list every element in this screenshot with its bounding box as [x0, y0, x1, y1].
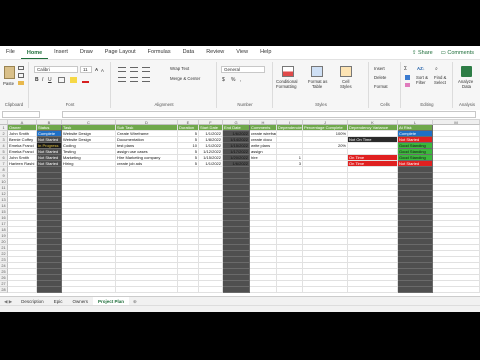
table-cell[interactable] — [348, 287, 398, 293]
analysis-label: Analysis — [458, 102, 475, 107]
table-cell[interactable] — [37, 287, 62, 293]
italic-button[interactable]: I — [42, 77, 43, 83]
cut-icon[interactable] — [18, 66, 24, 70]
status-bar — [0, 305, 480, 312]
alignment-group: Wrap Text Merge & Center Alignment — [112, 62, 217, 108]
sort-filter-icon[interactable]: AZ↓ — [417, 66, 425, 71]
number-format-select[interactable]: General — [221, 66, 265, 73]
tab-formulas[interactable]: Formulas — [142, 46, 177, 59]
format-as-table-label2: Table — [312, 84, 323, 89]
conditional-formatting-label2: Formatting — [276, 84, 297, 89]
autosum-icon[interactable]: Σ — [404, 66, 407, 72]
alignment-label: Alignment — [154, 102, 174, 107]
cell-styles-icon[interactable] — [340, 66, 352, 77]
worksheet-grid[interactable]: A B C D E F G H I J K L M 1 2 3 4 5 6 7 8 9 10 11 12 13 14 15 16 17 18… — [0, 120, 480, 296]
underline-button[interactable]: U — [48, 77, 52, 83]
center-align-icon[interactable] — [130, 77, 138, 82]
table-cell[interactable] — [116, 287, 178, 293]
left-align-icon[interactable] — [118, 77, 126, 82]
clear-icon[interactable] — [405, 83, 410, 87]
table-cell[interactable] — [398, 287, 433, 293]
excel-window: File Home Insert Draw Page Layout Formul… — [0, 46, 480, 312]
conditional-formatting-icon[interactable] — [282, 66, 294, 77]
formula-input[interactable] — [62, 111, 476, 118]
insert-cells-button[interactable]: Insert — [374, 66, 385, 71]
format-cells-button[interactable]: Format — [374, 84, 388, 89]
percent-button[interactable]: % — [231, 77, 235, 83]
top-align-icon[interactable] — [118, 67, 126, 72]
font-group: Calibri 11 A A B I U Font — [30, 62, 111, 108]
currency-button[interactable]: $ — [222, 77, 225, 83]
comma-button[interactable]: , — [240, 77, 241, 83]
sheet-prev-icon[interactable]: ◀ ▶ — [0, 299, 16, 305]
bold-button[interactable]: B — [35, 77, 39, 83]
cells-label: Cells — [380, 102, 390, 107]
clipboard-label: Clipboard — [4, 102, 24, 107]
decrease-font-icon[interactable]: A — [101, 68, 104, 73]
bottom-align-icon[interactable] — [142, 67, 150, 72]
fill-icon[interactable] — [405, 75, 410, 80]
delete-cells-button[interactable]: Delete — [374, 75, 386, 80]
table-cell[interactable] — [277, 287, 303, 293]
format-table-icon[interactable] — [311, 66, 323, 77]
copy-icon[interactable] — [18, 73, 24, 78]
increase-font-icon[interactable]: A — [95, 67, 98, 72]
table-cell[interactable] — [223, 287, 250, 293]
clipboard-group: Paste Clipboard — [0, 62, 29, 108]
ribbon: Paste Clipboard Calibri 11 A A B I U Fon… — [0, 59, 480, 111]
tab-view[interactable]: View — [230, 46, 254, 59]
find-select-icon[interactable]: ⌕ — [435, 66, 438, 72]
comments-label: Comments — [447, 49, 474, 56]
name-box[interactable] — [2, 111, 40, 118]
tab-file[interactable]: File — [0, 46, 21, 59]
cells-group: Insert Delete Format Cells — [370, 62, 401, 108]
table-cell[interactable] — [178, 287, 199, 293]
merge-center-button[interactable]: Merge & Center — [170, 76, 200, 81]
paste-label: Paste — [3, 81, 14, 86]
tab-review[interactable]: Review — [200, 46, 230, 59]
formula-bar — [0, 110, 480, 120]
analysis-group: Analyze Data Analysis — [454, 62, 480, 108]
editing-label: Editing — [420, 102, 434, 107]
number-label: Number — [237, 102, 253, 107]
table-cell[interactable] — [199, 287, 223, 293]
right-align-icon[interactable] — [142, 77, 150, 82]
tab-page-layout[interactable]: Page Layout — [99, 46, 142, 59]
number-group: General $ % , Number — [218, 62, 273, 108]
share-button[interactable]: ⇪ Share — [412, 50, 433, 56]
sort-filter-label2: Filter — [416, 80, 426, 85]
find-select-label2: Select — [434, 80, 446, 85]
fill-color-icon[interactable] — [70, 77, 77, 83]
wrap-text-button[interactable]: Wrap Text — [170, 66, 189, 71]
font-size-select[interactable]: 11 — [80, 66, 92, 73]
table-cell[interactable] — [8, 287, 37, 293]
row-header[interactable]: 28 — [0, 287, 8, 293]
borders-icon[interactable] — [58, 77, 65, 83]
tab-insert[interactable]: Insert — [48, 46, 74, 59]
tab-draw[interactable]: Draw — [74, 46, 99, 59]
table-cell[interactable] — [62, 287, 116, 293]
tab-home[interactable]: Home — [20, 47, 49, 59]
comments-button[interactable]: ▭ Comments — [441, 50, 474, 56]
middle-align-icon[interactable] — [130, 67, 138, 72]
add-sheet-icon[interactable]: ⊕ — [129, 299, 141, 305]
font-name-select[interactable]: Calibri — [34, 66, 78, 73]
ribbon-tabs: File Home Insert Draw Page Layout Formul… — [0, 46, 480, 59]
paste-icon[interactable] — [4, 66, 15, 79]
tab-help[interactable]: Help — [254, 46, 277, 59]
editing-group: Σ AZ↓ Sort & Filter ⌕ Find & Select Edit… — [402, 62, 453, 108]
table-cell[interactable] — [250, 287, 277, 293]
analyze-data-icon[interactable] — [461, 66, 472, 77]
analyze-data-label2: Data — [462, 84, 472, 89]
styles-label: Styles — [315, 102, 327, 107]
font-label: Font — [65, 102, 75, 107]
format-painter-icon[interactable] — [18, 81, 24, 85]
styles-group: Conditional Formatting Format as Table C… — [274, 62, 369, 108]
font-color-icon[interactable] — [82, 77, 89, 83]
table-cell[interactable] — [433, 287, 480, 293]
table-cell[interactable] — [303, 287, 348, 293]
tab-data[interactable]: Data — [177, 46, 201, 59]
share-label: Share — [417, 49, 433, 56]
cell-styles-label2: Styles — [340, 84, 352, 89]
